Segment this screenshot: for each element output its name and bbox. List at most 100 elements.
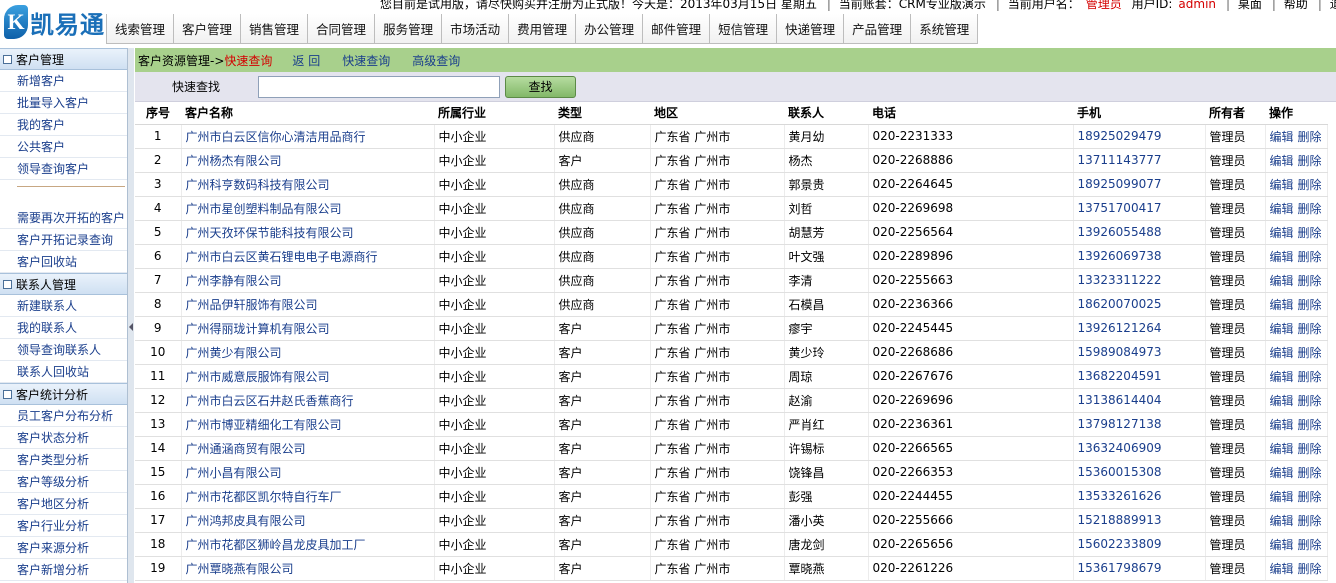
nav-tab[interactable]: 办公管理 <box>575 14 643 44</box>
help-link[interactable]: 帮助 <box>1284 0 1308 11</box>
mobile[interactable]: 18925099077 <box>1073 172 1206 197</box>
delete-link[interactable]: 删除 <box>1298 370 1322 384</box>
table-row[interactable]: 6 广州市白云区黄石锂电电子电源商行 中小企业 供应商 广东省 广州市 叶文强 020-22… <box>135 244 1328 269</box>
customer-name[interactable]: 广州市花都区狮岭昌龙皮具加工厂 <box>181 532 435 557</box>
nav-tab[interactable]: 销售管理 <box>240 14 308 44</box>
mobile[interactable]: 15361798679 <box>1073 556 1206 581</box>
sidebar-group-customer[interactable]: 客户管理 <box>0 48 127 70</box>
quick-search-input[interactable] <box>258 75 500 98</box>
mobile[interactable]: 13632406909 <box>1073 436 1206 461</box>
table-row[interactable]: 16 广州市花都区凯尔特自行车厂 中小企业 客户 广东省 广州市 彭强 020-224445… <box>135 484 1328 509</box>
sidebar-item[interactable]: 客户来源分析 <box>0 537 127 559</box>
customer-name[interactable]: 广州市星创塑料制品有限公司 <box>181 196 435 221</box>
edit-link[interactable]: 编辑 <box>1270 298 1294 312</box>
back-link[interactable]: 返 回 <box>292 52 320 69</box>
table-row[interactable]: 1 广州市白云区信你心清洁用品商行 中小企业 供应商 广东省 广州市 黄月幼 020-223… <box>135 124 1328 149</box>
sidebar-item[interactable]: 新增客户 <box>0 70 127 92</box>
edit-link[interactable]: 编辑 <box>1270 130 1294 144</box>
table-row[interactable]: 8 广州品伊轩服饰有限公司 中小企业 供应商 广东省 广州市 石模昌 020-2236366… <box>135 292 1328 317</box>
table-row[interactable]: 15 广州小昌有限公司 中小企业 客户 广东省 广州市 饶锋昌 020-2266353 153… <box>135 460 1328 485</box>
nav-tab[interactable]: 产品管理 <box>843 14 911 44</box>
edit-link[interactable]: 编辑 <box>1270 394 1294 408</box>
delete-link[interactable]: 删除 <box>1298 514 1322 528</box>
delete-link[interactable]: 删除 <box>1298 394 1322 408</box>
mobile[interactable]: 15989084973 <box>1073 340 1206 365</box>
delete-link[interactable]: 删除 <box>1298 418 1322 432</box>
customer-name[interactable]: 广州得丽珑计算机有限公司 <box>181 316 435 341</box>
sidebar-item[interactable]: 批量导入客户 <box>0 92 127 114</box>
sidebar-item[interactable]: 新建联系人 <box>0 295 127 317</box>
sidebar-item[interactable]: 员工客户分布分析 <box>0 405 127 427</box>
sidebar-group-stats[interactable]: 客户统计分析 <box>0 383 127 405</box>
table-row[interactable]: 12 广州市白云区石井赵氏香蕉商行 中小企业 客户 广东省 广州市 赵渝 020-22696… <box>135 388 1328 413</box>
sidebar-item[interactable]: 客户开拓记录查询 <box>0 229 127 251</box>
edit-link[interactable]: 编辑 <box>1270 202 1294 216</box>
table-row[interactable]: 13 广州市博亚精细化工有限公司 中小企业 客户 广东省 广州市 严肖红 020-22363… <box>135 412 1328 437</box>
nav-tab[interactable]: 短信管理 <box>709 14 777 44</box>
delete-link[interactable]: 删除 <box>1298 250 1322 264</box>
edit-link[interactable]: 编辑 <box>1270 226 1294 240</box>
customer-name[interactable]: 广州市威意辰服饰有限公司 <box>181 364 435 389</box>
quick-search-link[interactable]: 快速查询 <box>342 52 390 69</box>
mobile[interactable]: 15360015308 <box>1073 460 1206 485</box>
search-button[interactable]: 查找 <box>505 75 576 98</box>
mobile[interactable]: 13138614404 <box>1073 388 1206 413</box>
sidebar-item[interactable]: 领导查询联系人 <box>0 339 127 361</box>
mobile[interactable]: 13711143777 <box>1073 148 1206 173</box>
sidebar-item[interactable]: 联系人回收站 <box>0 361 127 383</box>
nav-tab[interactable]: 服务管理 <box>374 14 442 44</box>
mobile[interactable]: 13926055488 <box>1073 220 1206 245</box>
customer-name[interactable]: 广州市白云区黄石锂电电子电源商行 <box>181 244 435 269</box>
table-row[interactable]: 18 广州市花都区狮岭昌龙皮具加工厂 中小企业 客户 广东省 广州市 唐龙剑 020-226… <box>135 532 1328 557</box>
nav-tab[interactable]: 邮件管理 <box>642 14 710 44</box>
table-row[interactable]: 14 广州通涵商贸有限公司 中小企业 客户 广东省 广州市 许锡标 020-2266565 1… <box>135 436 1328 461</box>
mobile[interactable]: 18925029479 <box>1073 124 1206 149</box>
edit-link[interactable]: 编辑 <box>1270 250 1294 264</box>
delete-link[interactable]: 删除 <box>1298 562 1322 576</box>
sidebar-item[interactable]: 客户等级分析 <box>0 471 127 493</box>
sidebar-item[interactable]: 我的联系人 <box>0 317 127 339</box>
edit-link[interactable]: 编辑 <box>1270 346 1294 360</box>
edit-link[interactable]: 编辑 <box>1270 178 1294 192</box>
edit-link[interactable]: 编辑 <box>1270 154 1294 168</box>
edit-link[interactable]: 编辑 <box>1270 466 1294 480</box>
sidebar-item[interactable]: 客户类型分析 <box>0 449 127 471</box>
nav-tab[interactable]: 线索管理 <box>106 14 174 44</box>
logout-link[interactable]: 退出 <box>1330 0 1336 11</box>
table-row[interactable]: 3 广州科亨数码科技有限公司 中小企业 供应商 广东省 广州市 郭景贵 020-226464… <box>135 172 1328 197</box>
delete-link[interactable]: 删除 <box>1298 346 1322 360</box>
edit-link[interactable]: 编辑 <box>1270 418 1294 432</box>
delete-link[interactable]: 删除 <box>1298 178 1322 192</box>
nav-tab[interactable]: 系统管理 <box>910 14 979 44</box>
table-row[interactable]: 7 广州李静有限公司 中小企业 供应商 广东省 广州市 李清 020-2255663 1332… <box>135 268 1328 293</box>
table-row[interactable]: 17 广州鸿邦皮具有限公司 中小企业 客户 广东省 广州市 潘小英 020-2255666 1… <box>135 508 1328 533</box>
delete-link[interactable]: 删除 <box>1298 202 1322 216</box>
sidebar-item[interactable]: 客户新增分析 <box>0 559 127 581</box>
sidebar-item[interactable]: 客户行业分析 <box>0 515 127 537</box>
sidebar-item[interactable]: 客户回收站 <box>0 251 127 273</box>
mobile[interactable]: 13751700417 <box>1073 196 1206 221</box>
table-row[interactable]: 19 广州覃晓燕有限公司 中小企业 客户 广东省 广州市 覃晓燕 020-2261226 15… <box>135 556 1328 581</box>
customer-name[interactable]: 广州科亨数码科技有限公司 <box>181 172 435 197</box>
mobile[interactable]: 13798127138 <box>1073 412 1206 437</box>
customer-name[interactable]: 广州小昌有限公司 <box>181 460 435 485</box>
delete-link[interactable]: 删除 <box>1298 154 1322 168</box>
mobile[interactable]: 13682204591 <box>1073 364 1206 389</box>
delete-link[interactable]: 删除 <box>1298 274 1322 288</box>
advanced-search-link[interactable]: 高级查询 <box>412 52 460 69</box>
mobile[interactable]: 18620070025 <box>1073 292 1206 317</box>
edit-link[interactable]: 编辑 <box>1270 514 1294 528</box>
mobile[interactable]: 13926121264 <box>1073 316 1206 341</box>
table-row[interactable]: 10 广州黄少有限公司 中小企业 客户 广东省 广州市 黄少玲 020-2268686 159… <box>135 340 1328 365</box>
delete-link[interactable]: 删除 <box>1298 130 1322 144</box>
delete-link[interactable]: 删除 <box>1298 226 1322 240</box>
mobile[interactable]: 13926069738 <box>1073 244 1206 269</box>
sidebar-item[interactable]: 客户地区分析 <box>0 493 127 515</box>
nav-tab[interactable]: 费用管理 <box>508 14 576 44</box>
desktop-link[interactable]: 桌面 <box>1238 0 1262 11</box>
delete-link[interactable]: 删除 <box>1298 298 1322 312</box>
edit-link[interactable]: 编辑 <box>1270 322 1294 336</box>
nav-tab[interactable]: 快递管理 <box>776 14 844 44</box>
mobile[interactable]: 13323311222 <box>1073 268 1206 293</box>
nav-tab[interactable]: 市场活动 <box>441 14 509 44</box>
